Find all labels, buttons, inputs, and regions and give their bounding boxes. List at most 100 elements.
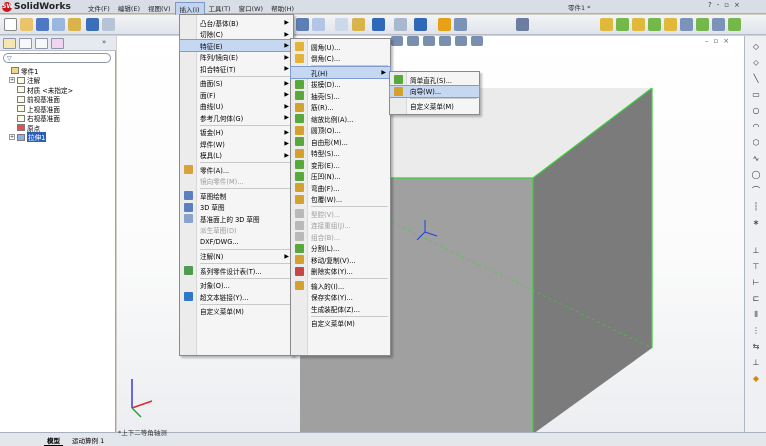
- menu-item[interactable]: 镜向零件(M)...: [180, 176, 293, 187]
- menu-item[interactable]: 模具(L) ▶: [180, 150, 293, 161]
- ellipse-icon[interactable]: ◯: [750, 170, 762, 180]
- expand-icon[interactable]: +: [9, 77, 15, 83]
- view-orientation-icon[interactable]: [407, 36, 419, 46]
- centerline-icon[interactable]: ┆: [750, 202, 762, 212]
- point-icon[interactable]: ∗: [750, 218, 762, 228]
- menu-item[interactable]: 扣合特征(T) ▶: [180, 63, 293, 74]
- print-doc-icon[interactable]: [394, 18, 407, 31]
- menu-item[interactable]: 分割(L)...: [291, 243, 390, 254]
- tree-item[interactable]: 右视基准面: [9, 114, 60, 123]
- tree-item[interactable]: + 拉伸1: [9, 132, 47, 142]
- menu-item[interactable]: 删除实体(Y)...: [291, 266, 390, 277]
- minimize-button[interactable]: -: [717, 1, 720, 9]
- menu-item[interactable]: 圆顶(O)...: [291, 125, 390, 136]
- menu-item[interactable]: 倒角(C)...: [291, 53, 390, 64]
- dimxpert-tab[interactable]: [51, 38, 64, 49]
- menu-item[interactable]: 对象(O)...: [180, 280, 293, 291]
- tree-item[interactable]: 材质 <未指定>: [9, 85, 73, 95]
- menu-item[interactable]: 向导(W)...: [389, 84, 480, 98]
- tree-item[interactable]: + 注解: [9, 76, 40, 85]
- rectangle-icon[interactable]: ▭: [750, 90, 762, 100]
- menu-item[interactable]: 草图绘制: [180, 190, 293, 201]
- menu-item[interactable]: 参考几何体(G) ▶: [180, 112, 293, 123]
- line-icon[interactable]: ╲: [750, 74, 762, 84]
- menu-item[interactable]: 拔模(D)...: [291, 79, 390, 90]
- menu-item[interactable]: 派生草图(D): [180, 225, 293, 236]
- task-pane-icon-2[interactable]: ⬦: [750, 58, 762, 68]
- print-icon[interactable]: [52, 18, 65, 31]
- menu-item[interactable]: 焊件(W) ▶: [180, 138, 293, 149]
- menu-item[interactable]: 型腔(V)...: [291, 208, 390, 219]
- menu-item[interactable]: 凸台/基体(B) ▶: [180, 17, 293, 28]
- menu-item[interactable]: 圆角(U)...: [291, 41, 390, 52]
- text-icon[interactable]: ⊥: [750, 246, 762, 256]
- view-toolbar-icon[interactable]: [516, 18, 529, 31]
- restore-button[interactable]: ▫: [724, 1, 729, 9]
- rebuild-traffic-icon[interactable]: [438, 18, 451, 31]
- menu-item[interactable]: 3D 草图: [180, 202, 293, 213]
- display-style-icon[interactable]: [423, 36, 435, 46]
- menu-item[interactable]: 连接重组(J)...: [291, 220, 390, 231]
- feature-icon-6[interactable]: [680, 18, 693, 31]
- options-icon[interactable]: [68, 18, 81, 31]
- viewport-minimize-button[interactable]: –: [705, 37, 709, 45]
- menu-item[interactable]: 特型(S)...: [291, 148, 390, 159]
- tab-motion-study[interactable]: 运动算例 1: [69, 435, 107, 446]
- menu-item[interactable]: 自定义菜单(M): [291, 318, 390, 329]
- menu-item[interactable]: DXF/DWG...: [180, 236, 293, 247]
- options-doc-icon[interactable]: [454, 18, 467, 31]
- menu-item[interactable]: 筋(R)...: [291, 102, 390, 113]
- menu-item[interactable]: 生成装配体(Z)...: [291, 303, 390, 314]
- menu-item[interactable]: 曲面(S) ▶: [180, 78, 293, 89]
- close-button[interactable]: ×: [734, 1, 740, 9]
- expand-panel-icon[interactable]: »: [102, 38, 106, 46]
- feature-icon-4[interactable]: [648, 18, 661, 31]
- section-view-icon[interactable]: [391, 36, 403, 46]
- tree-item[interactable]: 前视基准面: [9, 95, 60, 104]
- offset-icon[interactable]: ⊏: [750, 294, 762, 304]
- menu-item[interactable]: 钣金(H) ▶: [180, 127, 293, 138]
- polygon-icon[interactable]: ⬡: [750, 138, 762, 148]
- menu-item[interactable]: 自定义菜单(M): [180, 306, 293, 317]
- save-icon[interactable]: [36, 18, 49, 31]
- save-doc-icon[interactable]: [372, 18, 385, 31]
- feature-icon-8[interactable]: [712, 18, 725, 31]
- expand-icon[interactable]: +: [9, 134, 15, 140]
- appearance-icon[interactable]: [455, 36, 467, 46]
- menu-item[interactable]: 基准面上的 3D 草图: [180, 213, 293, 224]
- parabola-icon[interactable]: ⌒: [750, 186, 762, 196]
- redo-icon[interactable]: [102, 18, 115, 31]
- relations-icon[interactable]: ⊥: [750, 358, 762, 368]
- menu-item[interactable]: 面(F) ▶: [180, 89, 293, 100]
- task-pane-icon-1[interactable]: ◇: [750, 42, 762, 52]
- file-props-icon[interactable]: [312, 18, 325, 31]
- tree-item[interactable]: 零件1: [3, 66, 38, 76]
- smart-dimension-icon[interactable]: ◆: [750, 374, 762, 384]
- menu-item[interactable]: 超文本链接(Y)...: [180, 291, 293, 302]
- menu-item[interactable]: 阵列/镜向(E) ▶: [180, 52, 293, 63]
- menu-item[interactable]: 注解(N) ▶: [180, 251, 293, 262]
- menu-item[interactable]: 组合(B)...: [291, 231, 390, 242]
- tree-item[interactable]: 上视基准面: [9, 104, 60, 114]
- menu-item[interactable]: 孔(H) ▶: [290, 66, 391, 79]
- menu-item[interactable]: 缩放比例(A)...: [291, 113, 390, 124]
- feature-icon-3[interactable]: [632, 18, 645, 31]
- pattern-icon[interactable]: ⋮: [750, 326, 762, 336]
- new-file-icon[interactable]: [4, 18, 17, 31]
- menu-item[interactable]: 切除(C) ▶: [180, 29, 293, 40]
- menu-item[interactable]: 输入的(I)...: [291, 280, 390, 291]
- menu-item[interactable]: 压凹(N)...: [291, 171, 390, 182]
- menu-item[interactable]: 包覆(W)...: [291, 194, 390, 205]
- extend-icon[interactable]: ⊢: [750, 278, 762, 288]
- move-entities-icon[interactable]: ⇆: [750, 342, 762, 352]
- menu-item[interactable]: 抽壳(S)...: [291, 90, 390, 101]
- feature-icon-9[interactable]: [728, 18, 741, 31]
- feature-filter[interactable]: ▽: [3, 53, 111, 63]
- solidworks-logo[interactable]: SW SolidWorks: [2, 1, 71, 13]
- help-icon[interactable]: ?: [708, 1, 712, 9]
- undo-doc-icon[interactable]: [414, 18, 427, 31]
- feature-icon-5[interactable]: [664, 18, 677, 31]
- tab-model[interactable]: 模型: [44, 435, 63, 446]
- feature-icon-1[interactable]: [600, 18, 613, 31]
- menu-1[interactable]: 编辑(E): [114, 2, 144, 16]
